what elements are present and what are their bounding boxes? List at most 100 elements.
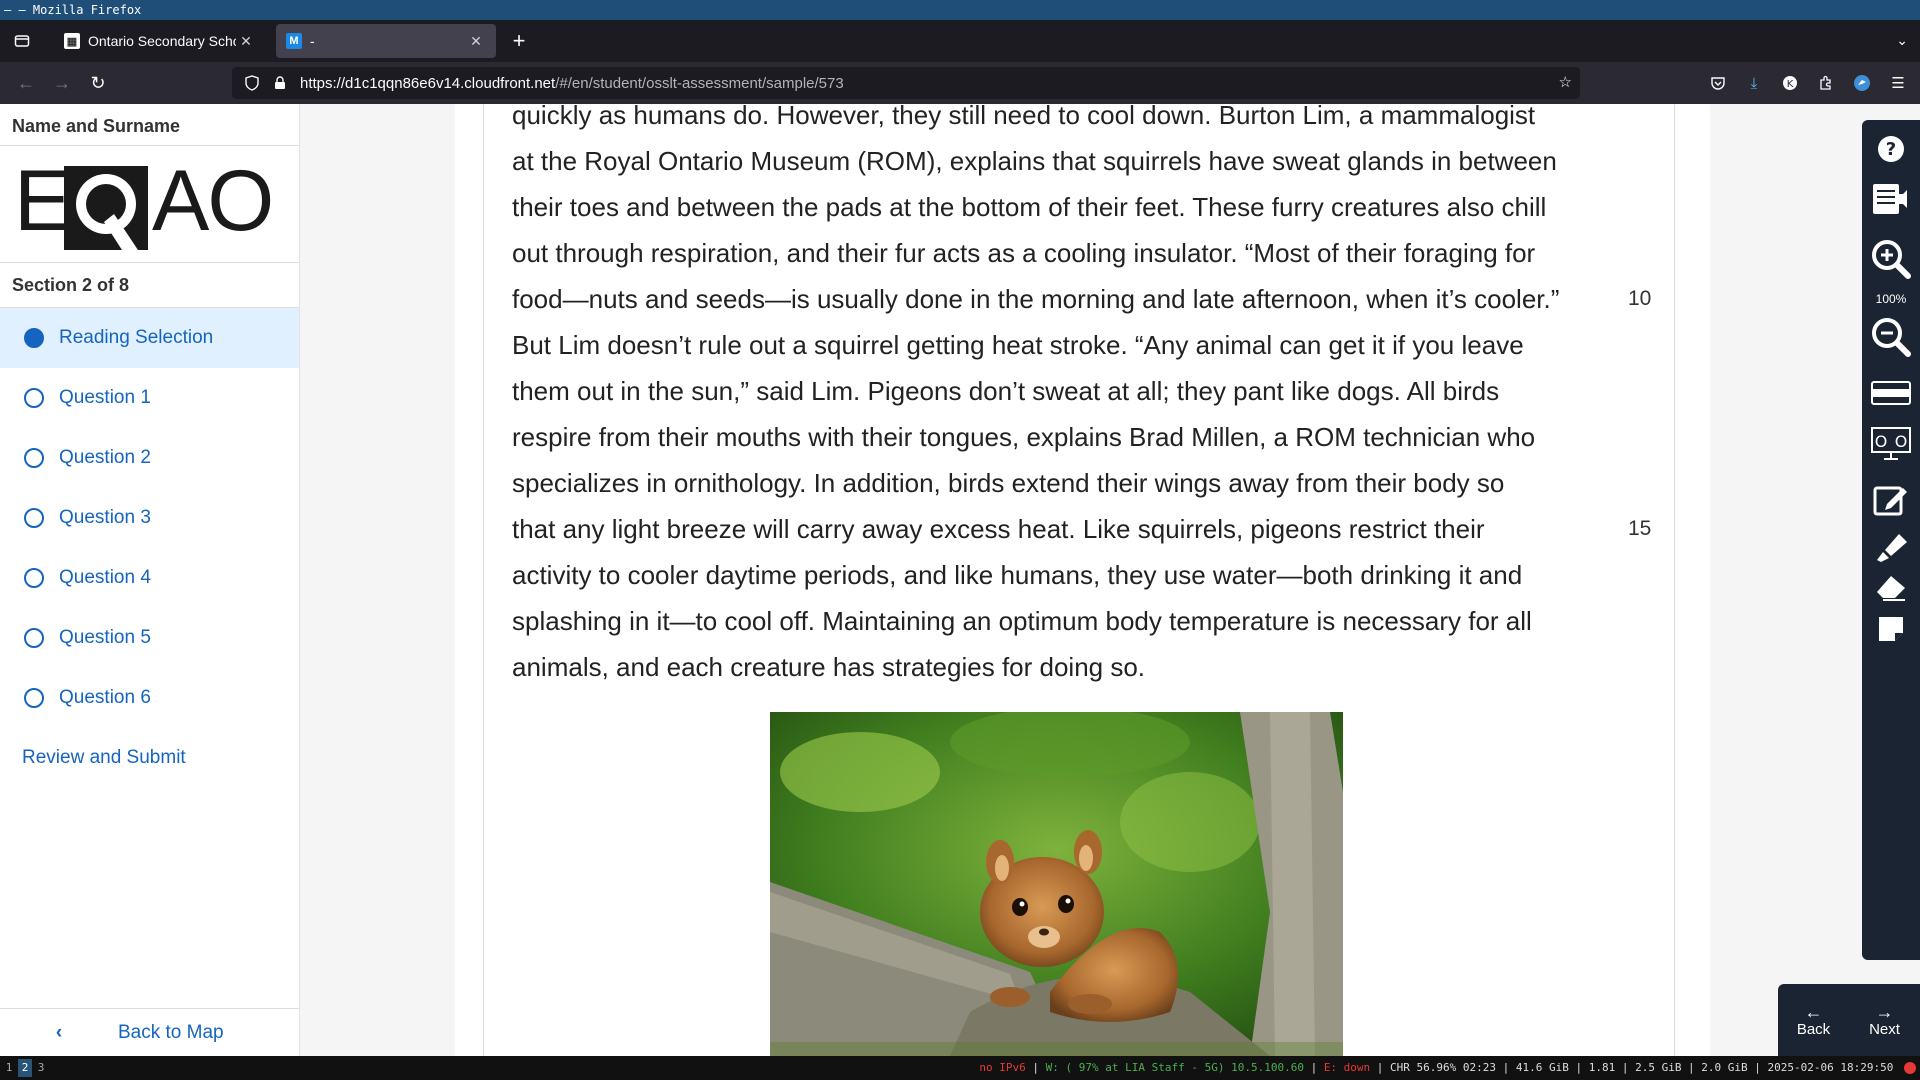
chevron-down-icon[interactable]: ⌄	[1896, 32, 1908, 49]
bookmark-star-icon[interactable]: ☆	[1559, 73, 1572, 91]
back-to-map-button[interactable]: ‹ Back to Map	[0, 1008, 300, 1056]
tools-panel: ? 100% OO	[1862, 120, 1920, 960]
passage-line-text: animals, and each creature has strategie…	[512, 652, 1146, 682]
sidebar-item-question-3[interactable]: Question 3	[0, 488, 299, 548]
sidebar-item-reading-selection[interactable]: Reading Selection	[0, 308, 299, 368]
forward-arrow-icon[interactable]: →	[44, 67, 80, 99]
passage-line: their toes and between the pads at the b…	[512, 184, 1632, 230]
back-button-label: Back	[1796, 1020, 1831, 1038]
chevron-left-icon: ‹	[55, 1021, 63, 1043]
workspace-3[interactable]: 3	[34, 1059, 48, 1077]
passage-line-text: out through respiration, and their fur a…	[512, 238, 1536, 268]
reload-icon[interactable]: ↻	[80, 67, 116, 99]
radio-empty-icon	[24, 508, 44, 528]
passage-line-text: their toes and between the pads at the b…	[512, 192, 1547, 222]
passage-line: activity to cooler daytime periods, and …	[512, 552, 1632, 598]
new-tab-button[interactable]: +	[502, 24, 536, 58]
workspace-1[interactable]: 1	[2, 1059, 16, 1077]
passage-line: quickly as humans do. However, they stil…	[512, 104, 1632, 138]
passage-line-text: them out in the sun,” said Lim. Pigeons …	[512, 376, 1500, 406]
sidebar-item-question-2[interactable]: Question 2	[0, 428, 299, 488]
workspace-2[interactable]: 2	[18, 1059, 32, 1077]
close-icon[interactable]: ✕	[466, 33, 486, 50]
shield-icon[interactable]	[238, 75, 266, 91]
student-name-label: Name and Surname	[0, 104, 299, 146]
account-icon[interactable]: K	[1772, 67, 1808, 99]
svg-text:?: ?	[1886, 139, 1896, 160]
highlighter-icon[interactable]	[1862, 530, 1920, 564]
close-icon[interactable]: ✕	[236, 33, 256, 50]
passage-line: out through respiration, and their fur a…	[512, 230, 1632, 276]
url-host: https://d1c1qqn86e6v14.cloudfront.net	[300, 74, 556, 92]
extensions-icon[interactable]	[1808, 67, 1844, 99]
passage-line: them out in the sun,” said Lim. Pigeons …	[512, 368, 1632, 414]
passage-line: animals, and each creature has strategie…	[512, 644, 1632, 690]
zoom-level: 100%	[1875, 292, 1907, 306]
wifi-status: W: ( 97% at LIA Staff - 5G) 10.5.100.60	[1045, 1061, 1304, 1074]
svg-text:O: O	[1895, 432, 1908, 451]
passage-line: specializes in ornithology. In addition,…	[512, 460, 1632, 506]
download-icon[interactable]: ⤓	[1736, 67, 1772, 99]
passage-line: respire from their mouths with their ton…	[512, 414, 1632, 460]
page-navigation: ← Back → Next	[1778, 984, 1920, 1056]
arrow-left-icon: ←	[1804, 1001, 1823, 1022]
back-button[interactable]: ← Back	[1778, 984, 1849, 1056]
menu-icon[interactable]: ☰	[1880, 67, 1916, 99]
sidebar-item-question-1[interactable]: Question 1	[0, 368, 299, 428]
passage-line-text: But Lim doesn’t rule out a squirrel gett…	[512, 330, 1524, 360]
sidebar: Name and Surname E AO Section 2 of 8 Rea…	[0, 104, 300, 1056]
firefox-view-icon[interactable]	[0, 20, 44, 62]
back-to-map-label: Back to Map	[118, 1021, 224, 1043]
tab-favicon-icon: M	[286, 33, 302, 49]
sidebar-item-label: Question 6	[59, 687, 151, 708]
sidebar-item-label: Question 2	[59, 447, 151, 468]
svg-text:AO: AO	[152, 156, 272, 249]
sidebar-item-label: Reading Selection	[59, 327, 214, 348]
system-status-bar: 1 2 3 no IPv6 | W: ( 97% at LIA Staff - …	[0, 1056, 1920, 1080]
sidebar-item-question-4[interactable]: Question 4	[0, 548, 299, 608]
radio-empty-icon	[24, 568, 44, 588]
arrow-right-icon: →	[1875, 1001, 1894, 1022]
sidebar-item-label: Question 1	[59, 387, 151, 408]
window-title: – — Mozilla Firefox	[4, 3, 142, 17]
status-info: no IPv6 | W: ( 97% at LIA Staff - 5G) 10…	[979, 1056, 1916, 1080]
sidebar-item-label: Question 4	[59, 567, 151, 588]
svg-text:E: E	[14, 156, 69, 249]
radio-empty-icon	[24, 628, 44, 648]
radio-filled-icon	[24, 328, 44, 348]
notepad-icon[interactable]	[1862, 482, 1920, 516]
radio-empty-icon	[24, 688, 44, 708]
svg-text:K: K	[1787, 79, 1794, 90]
radio-empty-icon	[24, 388, 44, 408]
review-and-submit-link[interactable]: Review and Submit	[0, 728, 299, 788]
url-bar[interactable]: https://d1c1qqn86e6v14.cloudfront.net/#/…	[232, 67, 1580, 99]
tab-label: Ontario Secondary School	[88, 33, 236, 49]
sidebar-item-question-6[interactable]: Question 6	[0, 668, 299, 728]
zoom-out-icon[interactable]	[1862, 316, 1920, 358]
passage-line-text: splashing in it—to cool off. Maintaining…	[512, 606, 1532, 636]
url-text[interactable]: https://d1c1qqn86e6v14.cloudfront.net/#/…	[300, 75, 844, 92]
eraser-icon[interactable]	[1862, 572, 1920, 602]
toolbar-right: ⤓ K ☰	[1700, 62, 1920, 104]
text-to-speech-icon[interactable]	[1862, 182, 1920, 216]
notification-icon[interactable]	[1904, 1062, 1916, 1074]
sidebar-item-question-5[interactable]: Question 5	[0, 608, 299, 668]
extension-bird-icon[interactable]	[1844, 67, 1880, 99]
line-reader-icon[interactable]	[1862, 378, 1920, 408]
next-button[interactable]: → Next	[1849, 984, 1920, 1056]
hide-answer-icon[interactable]: OO	[1862, 426, 1920, 460]
back-arrow-icon[interactable]: ←	[8, 67, 44, 99]
tab-active[interactable]: M - ✕	[276, 24, 496, 58]
pocket-icon[interactable]	[1700, 67, 1736, 99]
reading-passage: quickly as humans do. However, they stil…	[512, 104, 1651, 690]
passage-line-text: specializes in ornithology. In addition,…	[512, 468, 1505, 498]
passage-line: But Lim doesn’t rule out a squirrel gett…	[512, 322, 1632, 368]
eqao-logo: E AO	[0, 146, 299, 262]
passage-line-text: food—nuts and seeds—is usually done in t…	[512, 284, 1560, 314]
tab-ontario-secondary-school[interactable]: ▦ Ontario Secondary School ✕	[54, 24, 266, 58]
help-icon[interactable]: ?	[1862, 134, 1920, 164]
sticky-note-icon[interactable]	[1862, 614, 1920, 644]
ipv6-status: no IPv6	[979, 1061, 1026, 1074]
lock-icon[interactable]	[266, 76, 294, 90]
zoom-in-icon[interactable]	[1862, 238, 1920, 280]
